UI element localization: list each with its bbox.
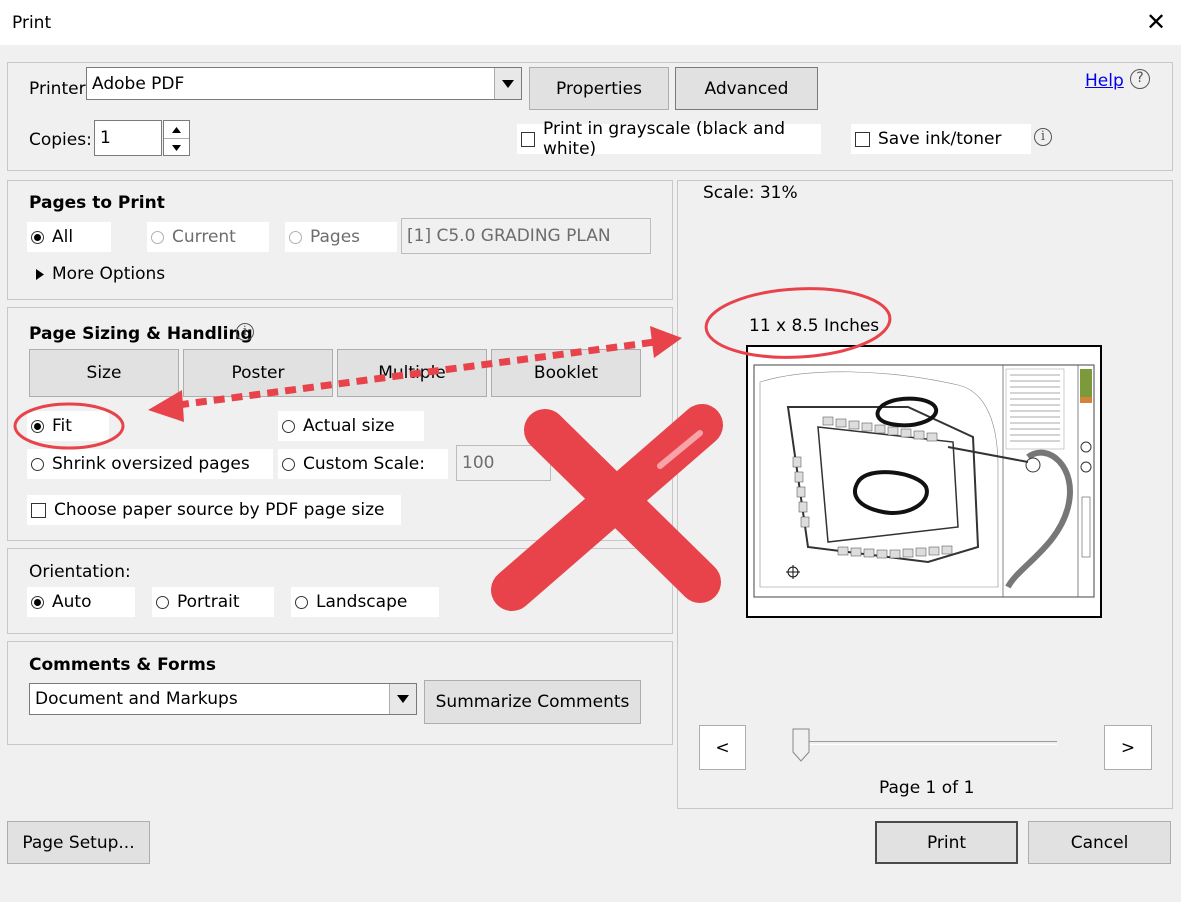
copies-label: Copies: bbox=[29, 130, 92, 150]
pages-range-radio[interactable] bbox=[289, 230, 302, 244]
orientation-landscape-label: Landscape bbox=[316, 592, 408, 612]
paper-source-option[interactable]: Choose paper source by PDF page size bbox=[27, 495, 401, 525]
triangle-right-icon bbox=[36, 268, 44, 280]
orientation-auto-label: Auto bbox=[52, 592, 92, 612]
pages-range-option[interactable]: Pages bbox=[285, 222, 397, 252]
custom-scale-input[interactable]: 100 bbox=[456, 445, 551, 481]
grayscale-option[interactable]: Print in grayscale (black and white) bbox=[517, 119, 821, 159]
comments-forms-heading: Comments & Forms bbox=[29, 655, 216, 675]
stepper-up-icon[interactable] bbox=[164, 121, 189, 139]
custom-scale-label: Custom Scale: bbox=[303, 454, 425, 474]
orientation-heading: Orientation: bbox=[29, 562, 131, 582]
orientation-auto-radio[interactable] bbox=[31, 595, 44, 609]
save-ink-checkbox[interactable] bbox=[855, 131, 870, 147]
previous-page-button[interactable]: < bbox=[699, 725, 746, 770]
comments-forms-select[interactable]: Document and Markups bbox=[29, 683, 417, 715]
page-setup-button[interactable]: Page Setup... bbox=[7, 821, 150, 864]
help-icon[interactable]: ? bbox=[1130, 69, 1150, 89]
orientation-landscape-option[interactable]: Landscape bbox=[291, 587, 439, 617]
orientation-portrait-radio[interactable] bbox=[156, 595, 169, 609]
comments-forms-value: Document and Markups bbox=[35, 689, 238, 709]
close-icon[interactable]: ✕ bbox=[1144, 8, 1168, 36]
more-options-toggle[interactable]: More Options bbox=[36, 264, 165, 284]
orientation-auto-option[interactable]: Auto bbox=[27, 587, 135, 617]
chevron-left-icon: < bbox=[715, 737, 730, 758]
stepper-down-icon[interactable] bbox=[164, 139, 189, 156]
page-indicator: Page 1 of 1 bbox=[879, 778, 975, 798]
paper-source-label: Choose paper source by PDF page size bbox=[54, 500, 385, 520]
actual-size-radio[interactable] bbox=[282, 419, 295, 433]
preview-paper-size: 11 x 8.5 Inches bbox=[749, 316, 880, 336]
orientation-portrait-label: Portrait bbox=[177, 592, 240, 612]
save-ink-option[interactable]: Save ink/toner bbox=[851, 124, 1031, 154]
pages-range-label: Pages bbox=[310, 227, 361, 247]
actual-size-option[interactable]: Actual size bbox=[278, 411, 424, 441]
actual-size-label: Actual size bbox=[303, 416, 395, 436]
shrink-radio[interactable] bbox=[31, 457, 44, 471]
paper-source-checkbox[interactable] bbox=[31, 502, 46, 518]
pages-current-option[interactable]: Current bbox=[147, 222, 269, 252]
help-link[interactable]: Help bbox=[1085, 71, 1124, 91]
grayscale-label: Print in grayscale (black and white) bbox=[543, 119, 786, 159]
pages-all-label: All bbox=[52, 227, 74, 247]
more-options-label: More Options bbox=[52, 264, 166, 284]
copies-value: 1 bbox=[100, 128, 111, 148]
grayscale-checkbox[interactable] bbox=[521, 131, 536, 147]
shrink-label: Shrink oversized pages bbox=[52, 454, 250, 474]
chevron-down-icon bbox=[389, 684, 416, 714]
printer-label: Printer: bbox=[29, 79, 91, 99]
chevron-right-icon: > bbox=[1120, 737, 1136, 758]
tab-booklet[interactable]: Booklet bbox=[491, 349, 641, 397]
tab-size[interactable]: Size bbox=[29, 349, 179, 397]
site-plan-thumbnail bbox=[753, 364, 1095, 598]
orientation-portrait-option[interactable]: Portrait bbox=[152, 587, 274, 617]
preview-page bbox=[746, 345, 1102, 618]
summarize-comments-button[interactable]: Summarize Comments bbox=[424, 680, 641, 724]
custom-scale-value: 100 bbox=[462, 453, 495, 473]
orientation-landscape-radio[interactable] bbox=[295, 595, 308, 609]
pages-all-radio[interactable] bbox=[31, 230, 44, 244]
page-slider-thumb[interactable] bbox=[792, 728, 810, 762]
page-sizing-heading: Page Sizing & Handling bbox=[29, 324, 253, 344]
print-button[interactable]: Print bbox=[875, 821, 1018, 864]
save-ink-label: Save ink/toner bbox=[878, 129, 1002, 149]
advanced-button[interactable]: Advanced bbox=[675, 67, 818, 110]
custom-scale-radio[interactable] bbox=[282, 457, 295, 471]
tab-poster[interactable]: Poster bbox=[183, 349, 333, 397]
page-slider-track[interactable] bbox=[795, 741, 1057, 745]
pages-current-radio[interactable] bbox=[151, 230, 164, 244]
printer-value: Adobe PDF bbox=[92, 73, 185, 94]
next-page-button[interactable]: > bbox=[1104, 725, 1152, 770]
pages-range-input[interactable]: [1] C5.0 GRADING PLAN bbox=[401, 218, 651, 254]
custom-scale-option[interactable]: Custom Scale: bbox=[278, 449, 448, 479]
cancel-button[interactable]: Cancel bbox=[1028, 821, 1171, 864]
printer-select[interactable]: Adobe PDF bbox=[86, 67, 522, 100]
window-title: Print bbox=[12, 13, 52, 33]
chevron-down-icon bbox=[494, 68, 521, 99]
pages-to-print-heading: Pages to Print bbox=[29, 193, 165, 213]
copies-input[interactable]: 1 bbox=[94, 120, 162, 156]
page-sizing-info-icon[interactable]: i bbox=[236, 323, 254, 341]
copies-stepper[interactable] bbox=[163, 120, 190, 156]
pages-all-option[interactable]: All bbox=[27, 222, 111, 252]
pages-current-label: Current bbox=[172, 227, 236, 247]
fit-radio[interactable] bbox=[31, 419, 44, 433]
pages-range-value: [1] C5.0 GRADING PLAN bbox=[407, 226, 611, 246]
properties-button[interactable]: Properties bbox=[529, 67, 669, 110]
shrink-option[interactable]: Shrink oversized pages bbox=[27, 449, 273, 479]
preview-scale: Scale: 31% bbox=[703, 183, 798, 203]
fit-label: Fit bbox=[52, 416, 72, 436]
fit-option[interactable]: Fit bbox=[27, 411, 109, 441]
tab-multiple[interactable]: Multiple bbox=[337, 349, 487, 397]
save-ink-info-icon[interactable]: i bbox=[1034, 128, 1052, 146]
title-bar bbox=[0, 0, 1181, 45]
